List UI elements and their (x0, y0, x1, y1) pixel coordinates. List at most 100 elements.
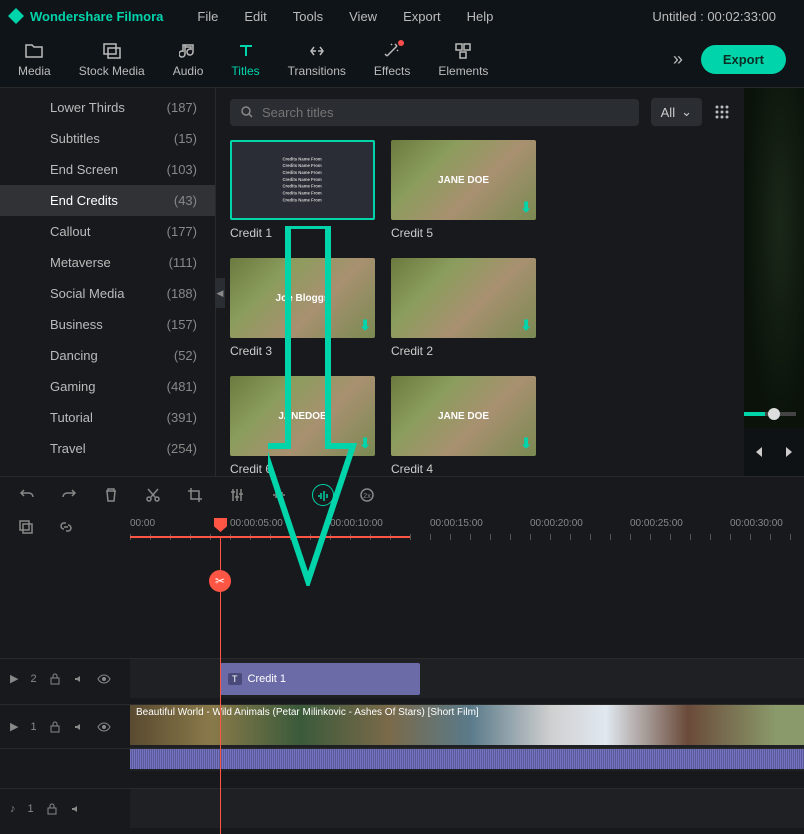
thumbnail-credit-6[interactable]: JANEDOE⬇Credit 6 (230, 376, 375, 476)
search-bar[interactable] (230, 99, 639, 126)
thumbnail-image[interactable]: Joe Bloggs⬇ (230, 258, 375, 338)
sidebar-item-end-credits[interactable]: End Credits(43) (0, 185, 215, 216)
tab-audio[interactable]: Audio (173, 42, 204, 78)
delete-button[interactable] (102, 486, 120, 504)
sidebar-item-subtitles[interactable]: Subtitles(15) (0, 123, 215, 154)
visibility-icon[interactable] (97, 673, 111, 685)
sidebar-item-end-screen[interactable]: End Screen(103) (0, 154, 215, 185)
track-body-v1[interactable]: Beautiful World - Wild Animals (Petar Mi… (130, 705, 804, 748)
track-body-a1[interactable] (130, 789, 804, 828)
lock-icon[interactable] (49, 673, 61, 685)
download-icon[interactable]: ⬇ (520, 435, 532, 452)
marker-button[interactable]: 2x (358, 486, 376, 504)
sidebar-item-social-media[interactable]: Social Media(188) (0, 278, 215, 309)
mute-icon[interactable] (73, 721, 85, 733)
thumbnail-credit-2[interactable]: ⬇Credit 2 (391, 258, 536, 358)
menubar: Wondershare Filmora File Edit Tools View… (0, 0, 804, 32)
sidebar-item-label: Business (50, 317, 103, 332)
audio-wave-clip[interactable] (130, 749, 804, 769)
track-body-wave[interactable] (130, 749, 804, 771)
preview-video[interactable] (744, 88, 804, 428)
thumbnail-image[interactable]: ⬇ (391, 258, 536, 338)
download-icon[interactable]: ⬇ (359, 317, 371, 334)
sidebar-item-label: Travel (50, 441, 86, 456)
app-logo: Wondershare Filmora (8, 8, 163, 24)
timeline-link-icon[interactable] (58, 519, 74, 535)
playhead[interactable]: ✂ (220, 536, 221, 834)
visibility-icon[interactable] (97, 721, 111, 733)
tab-titles[interactable]: Titles (231, 42, 259, 78)
track-number: 2 (30, 673, 36, 685)
mute-icon[interactable] (70, 803, 82, 815)
tab-effects[interactable]: Effects (374, 42, 410, 78)
thumbnail-image[interactable]: JANEDOE⬇ (230, 376, 375, 456)
more-icon[interactable]: » (673, 49, 683, 70)
collapse-sidebar-handle[interactable]: ◀ (215, 278, 225, 308)
cut-button[interactable] (144, 486, 162, 504)
audio-button[interactable] (270, 486, 288, 504)
sidebar-item-tutorial[interactable]: Tutorial(391) (0, 402, 215, 433)
thumbnail-image[interactable]: JANE DOE⬇ (391, 376, 536, 456)
sidebar-item-dancing[interactable]: Dancing(52) (0, 340, 215, 371)
tab-media[interactable]: Media (18, 42, 51, 78)
sidebar-item-gaming[interactable]: Gaming(481) (0, 371, 215, 402)
redo-button[interactable] (60, 486, 78, 504)
sidebar-item-metaverse[interactable]: Metaverse(111) (0, 247, 215, 278)
export-button[interactable]: Export (701, 45, 786, 74)
filter-dropdown[interactable]: All ⌄ (651, 98, 702, 126)
crop-button[interactable] (186, 486, 204, 504)
undo-button[interactable] (18, 486, 36, 504)
logo-icon (8, 8, 24, 24)
thumbnail-credit-1[interactable]: Credits Name FromCredits Name FromCredit… (230, 140, 375, 240)
sidebar-item-business[interactable]: Business (157) (0, 309, 215, 340)
download-icon[interactable]: ⬇ (359, 435, 371, 452)
sidebar-item-count: (111) (169, 255, 197, 270)
menu-view[interactable]: View (337, 5, 389, 28)
track-video-1: ▶ 1 Beautiful World - Wild Animals (Peta… (0, 704, 804, 748)
video-clip[interactable]: Beautiful World - Wild Animals (Petar Mi… (130, 705, 804, 745)
sidebar-item-callout[interactable]: Callout(177) (0, 216, 215, 247)
menu-export[interactable]: Export (391, 5, 453, 28)
menu-file[interactable]: File (185, 5, 230, 28)
tab-transitions[interactable]: Transitions (288, 42, 346, 78)
tab-stock-media[interactable]: Stock Media (79, 42, 145, 78)
thumbnail-credit-3[interactable]: Joe Bloggs⬇ Credit 3 (230, 258, 375, 358)
sidebar-item-travel[interactable]: Travel(254) (0, 433, 215, 464)
sidebar-item-count: (157) (167, 317, 197, 332)
playhead-cut-button[interactable]: ✂ (209, 570, 231, 592)
search-input[interactable] (262, 105, 629, 120)
download-icon[interactable]: ⬇ (520, 199, 532, 216)
lock-icon[interactable] (49, 721, 61, 733)
adjust-button[interactable] (228, 486, 246, 504)
thumbnail-credit-4[interactable]: JANE DOE⬇Credit 4 (391, 376, 536, 476)
speed-button[interactable] (312, 484, 334, 506)
title-clip[interactable]: T Credit 1 (220, 663, 420, 695)
menu-tools[interactable]: Tools (281, 5, 335, 28)
mute-icon[interactable] (73, 673, 85, 685)
tab-elements[interactable]: Elements (438, 42, 488, 78)
menu-edit[interactable]: Edit (232, 5, 278, 28)
menu-help[interactable]: Help (455, 5, 506, 28)
prev-frame-button[interactable] (750, 444, 766, 460)
thumbnail-credit-5[interactable]: JANE DOE⬇Credit 5 (391, 140, 536, 240)
track-body-2[interactable]: T Credit 1 (130, 659, 804, 698)
lock-icon[interactable] (46, 803, 58, 815)
thumbnail-label: Credit 3 (230, 344, 375, 358)
track-number: 1 (30, 721, 36, 733)
timeline-copy-icon[interactable] (18, 519, 34, 535)
next-frame-button[interactable] (782, 444, 798, 460)
music-icon (178, 42, 198, 60)
thumbnail-image[interactable]: Credits Name FromCredits Name FromCredit… (230, 140, 375, 220)
thumbnail-image[interactable]: JANE DOE⬇ (391, 140, 536, 220)
sidebar-item-label: Gaming (50, 379, 96, 394)
sidebar-item-count: (15) (174, 131, 197, 146)
grid-view-icon[interactable] (714, 104, 730, 120)
video-clip-name: Beautiful World - Wild Animals (Petar Mi… (136, 707, 479, 718)
volume-thumb[interactable] (768, 408, 780, 420)
sidebar-item-count: (177) (167, 224, 197, 239)
ruler-mark: 00:00 (130, 518, 155, 529)
timeline: 00:0000:00:05:0000:00:10:0000:00:15:0000… (0, 512, 804, 834)
download-icon[interactable]: ⬇ (520, 317, 532, 334)
sidebar-item-lower-thirds[interactable]: Lower Thirds(187) (0, 92, 215, 123)
ruler-mark: 00:00:20:00 (530, 518, 583, 529)
